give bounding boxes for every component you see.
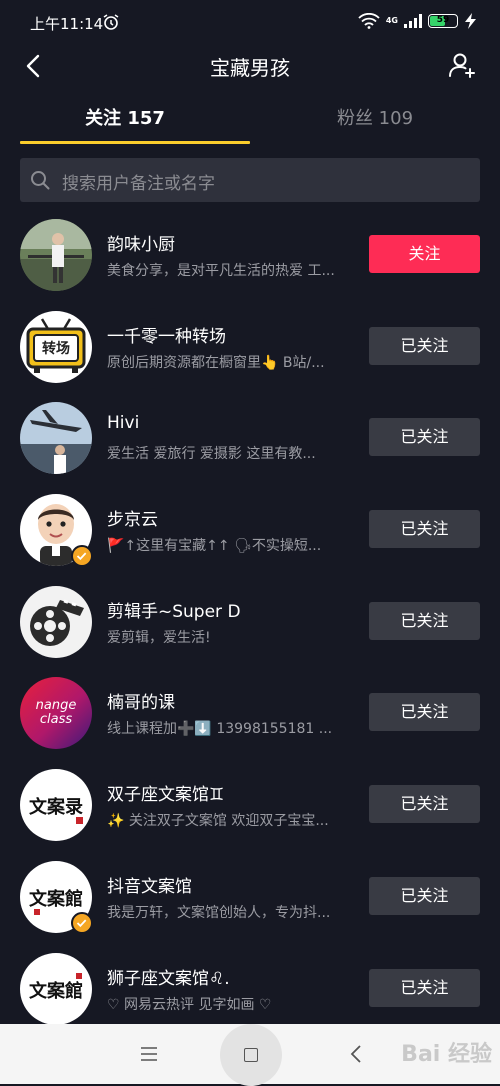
status-time: 上午11:14	[30, 15, 104, 33]
network-label: 4G	[385, 16, 398, 25]
user-desc: 爱剪辑，爱生活!	[107, 629, 211, 646]
wifi-icon	[358, 13, 380, 29]
system-nav-bar: Bai 经验	[0, 1024, 500, 1086]
user-row[interactable]: 文案館 狮子座文案馆♌. ♡ 网易云热评 见字如画 ♡ 已关注	[0, 942, 500, 1034]
tab-indicator	[20, 141, 250, 144]
user-desc: 爱生活 爱旅行 爱摄影 这里有教...	[107, 446, 316, 463]
user-name: 韵味小厨	[107, 235, 175, 255]
search-icon	[31, 171, 50, 190]
followed-button[interactable]: 已关注	[369, 601, 480, 640]
avatar[interactable]	[20, 402, 92, 475]
followed-button[interactable]: 已关注	[369, 510, 480, 549]
user-row[interactable]: 剪辑手~Super D 爱剪辑，爱生活! 已关注	[0, 575, 500, 667]
verified-icon	[71, 911, 93, 934]
tab-following[interactable]: 关注 157	[0, 96, 250, 144]
user-desc: 🚩↑这里有宝藏↑↑ 🗣不实操短...	[107, 538, 322, 555]
user-name: 抖音文案馆	[107, 876, 192, 897]
watermark: Bai 经验	[401, 1042, 492, 1067]
followed-button[interactable]: 已关注	[369, 785, 480, 824]
avatar-text: 文案館	[29, 888, 83, 910]
avatar[interactable]: nange class	[20, 677, 92, 750]
user-desc: ✨ 关注双子文案馆 欢迎双子宝宝...	[107, 813, 329, 830]
status-bar: 上午11:14 4G 59	[0, 0, 500, 44]
followed-button[interactable]: 已关注	[369, 876, 480, 915]
alarm-icon	[103, 14, 119, 30]
user-row[interactable]: Hivi 爱生活 爱旅行 爱摄影 这里有教... 已关注	[0, 391, 500, 483]
user-row[interactable]: 文案館 抖音文案馆 我是万轩，文案馆创始人，专为抖... 已关注	[0, 850, 500, 942]
avatar-text: 转场	[42, 340, 70, 357]
user-desc: 原创后期资源都在橱窗里👆 B站/...	[107, 354, 325, 371]
user-desc: ♡ 网易云热评 见字如画 ♡	[107, 996, 272, 1013]
menu-icon[interactable]	[138, 1044, 160, 1064]
battery-level: 59	[436, 15, 450, 25]
battery-icon: 59	[428, 14, 458, 28]
avatar[interactable]	[20, 219, 92, 291]
user-name: Hivi	[107, 413, 140, 434]
avatar-text: 文案館	[29, 980, 83, 1002]
user-row[interactable]: 步京云 🚩↑这里有宝藏↑↑ 🗣不实操短... 已关注	[0, 483, 500, 575]
following-list: 韵味小厨 美食分享，是对平凡生活的热爱 工... 关注 转场 一千零一种转场 原…	[0, 208, 500, 1033]
signal-icon	[404, 14, 422, 28]
user-desc: 线上课程加➕⬇️ 13998155181 ...	[107, 721, 333, 738]
followed-button[interactable]: 已关注	[369, 326, 480, 365]
page-title: 宝藏男孩	[210, 56, 290, 80]
user-name: 一千零一种转场	[107, 326, 226, 347]
avatar-text: 文案录	[29, 796, 83, 818]
search-placeholder: 搜索用户备注或名字	[62, 174, 215, 194]
search-input[interactable]: 搜索用户备注或名字	[20, 158, 480, 202]
charging-icon	[465, 13, 476, 29]
header: 宝藏男孩	[0, 44, 500, 88]
user-name: 狮子座文案馆♌.	[107, 968, 230, 989]
user-name: 步京云	[107, 510, 158, 531]
avatar[interactable]: 转场	[20, 310, 92, 383]
user-desc: 我是万轩，文案馆创始人，专为抖...	[107, 904, 331, 921]
verified-icon	[71, 545, 93, 568]
home-icon	[244, 1048, 258, 1062]
home-button[interactable]	[220, 1024, 282, 1086]
avatar[interactable]: 文案館	[20, 952, 92, 1025]
follow-button[interactable]: 关注	[369, 235, 480, 273]
user-row[interactable]: 转场 一千零一种转场 原创后期资源都在橱窗里👆 B站/... 已关注	[0, 300, 500, 392]
avatar-text: class	[40, 712, 72, 727]
user-name: 剪辑手~Super D	[107, 601, 241, 622]
tab-bar: 关注 157 粉丝 109	[0, 96, 500, 148]
add-user-icon[interactable]	[446, 50, 478, 82]
followed-button[interactable]: 已关注	[369, 418, 480, 457]
user-name: 楠哥的课	[107, 693, 175, 714]
followed-button[interactable]: 已关注	[369, 968, 480, 1007]
user-row[interactable]: 韵味小厨 美食分享，是对平凡生活的热爱 工... 关注	[0, 208, 500, 300]
followed-button[interactable]: 已关注	[369, 693, 480, 732]
user-row[interactable]: 文案录 双子座文案馆♊ ✨ 关注双子文案馆 欢迎双子宝宝... 已关注	[0, 758, 500, 850]
user-desc: 美食分享，是对平凡生活的热爱 工...	[107, 263, 335, 279]
nav-back-icon[interactable]	[346, 1042, 366, 1066]
status-icons: 4G 59	[358, 13, 478, 29]
avatar[interactable]	[20, 585, 92, 658]
user-name: 双子座文案馆♊	[107, 785, 225, 806]
avatar-text: nange	[36, 698, 77, 713]
user-row[interactable]: nange class 楠哥的课 线上课程加➕⬇️ 13998155181 ..…	[0, 666, 500, 758]
avatar[interactable]: 文案录	[20, 769, 92, 842]
tab-fans[interactable]: 粉丝 109	[250, 96, 500, 144]
